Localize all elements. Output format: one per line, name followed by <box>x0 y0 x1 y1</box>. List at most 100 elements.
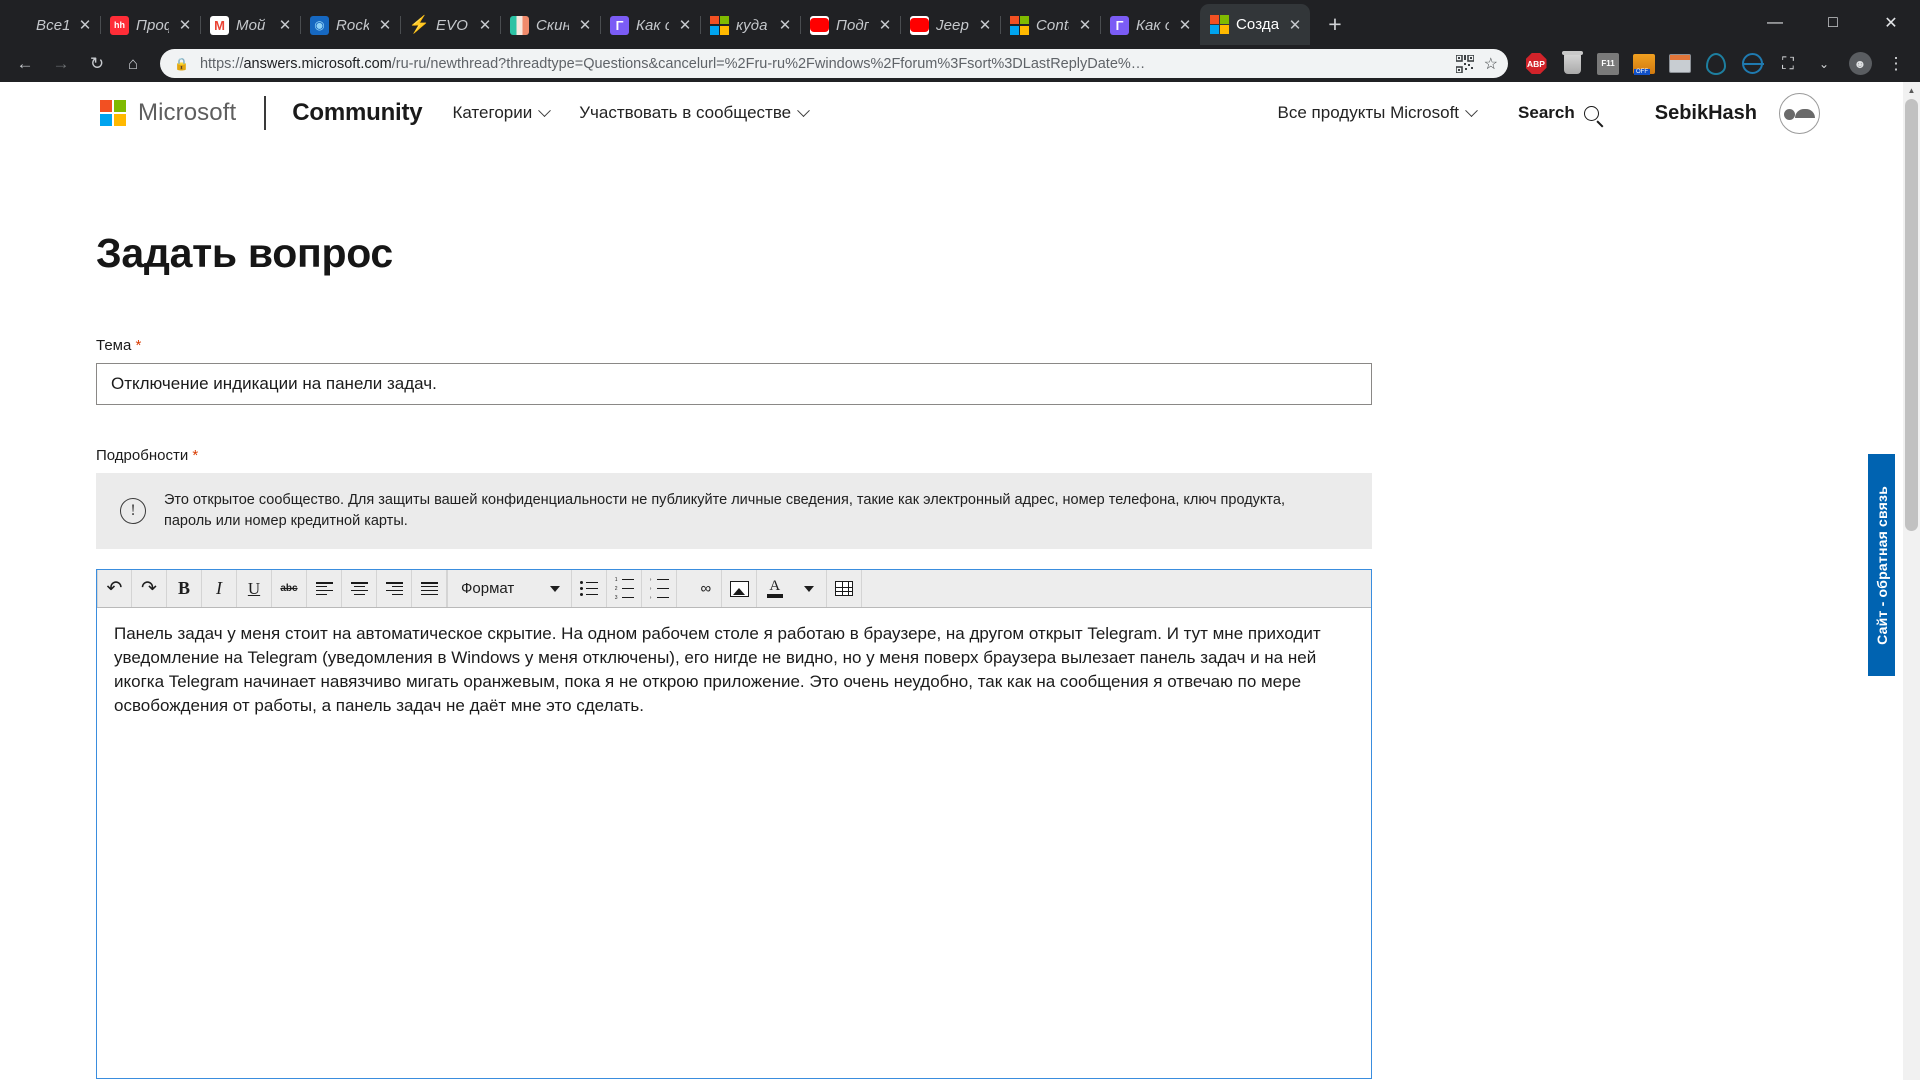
adblock-plus-icon[interactable]: ABP <box>1520 48 1552 80</box>
avatar-head <box>1784 108 1795 120</box>
tab-close-icon[interactable]: ✕ <box>276 16 294 34</box>
crop-icon[interactable]: ⛶ <box>1772 48 1804 80</box>
tab-close-icon[interactable]: ✕ <box>1176 16 1194 34</box>
numbered-list-button[interactable]: 123 <box>607 570 643 608</box>
tab-close-icon[interactable]: ✕ <box>976 16 994 34</box>
tab-close-icon[interactable]: ✕ <box>676 16 694 34</box>
tab-close-icon[interactable]: ✕ <box>76 16 94 34</box>
reload-button[interactable]: ↻ <box>80 47 114 81</box>
undo-button[interactable]: ↶ <box>97 570 132 608</box>
lock-icon: 🔒 <box>174 56 189 71</box>
minimize-button[interactable]: — <box>1746 0 1804 45</box>
orange-off-icon[interactable] <box>1628 48 1660 80</box>
qr-code-icon[interactable] <box>1454 53 1475 74</box>
profile-avatar-icon[interactable]: ☻ <box>1844 48 1876 80</box>
chevron-down-icon[interactable]: ⌄ <box>1808 48 1840 80</box>
browser-tab[interactable]: Contact ✕ <box>1000 5 1100 45</box>
indent-button[interactable]: › › › <box>642 570 678 608</box>
align-left-button[interactable] <box>307 570 342 608</box>
page-content: Задать вопрос Тема * Отключение индикаци… <box>0 230 1920 1080</box>
trash-icon[interactable] <box>1556 48 1588 80</box>
microsoft-icon <box>1210 15 1229 34</box>
maximize-button[interactable]: □ <box>1804 0 1862 45</box>
browser-tab[interactable]: ⚡ EVO Nu ✕ <box>400 5 500 45</box>
tab-close-icon[interactable]: ✕ <box>1076 16 1094 34</box>
subject-input[interactable]: Отключение индикации на панели задач. <box>96 363 1372 405</box>
f11-fullscreen-icon[interactable]: F11 <box>1592 48 1624 80</box>
font-color-button[interactable]: A <box>757 570 792 607</box>
tab-close-icon[interactable]: ✕ <box>576 16 594 34</box>
editor-body[interactable]: Панель задач у меня стоит на автоматичес… <box>97 608 1371 1079</box>
align-right-button[interactable] <box>377 570 412 608</box>
align-center-button[interactable] <box>342 570 377 608</box>
browser-tab[interactable]: Скины ✕ <box>500 5 600 45</box>
tab-close-icon[interactable]: ✕ <box>1286 16 1304 34</box>
tab-close-icon[interactable]: ✕ <box>176 16 194 34</box>
tab-separator <box>1100 16 1101 34</box>
hh-icon: hh <box>110 15 129 35</box>
user-name[interactable]: SebikHash <box>1655 102 1757 125</box>
tab-close-icon[interactable]: ✕ <box>876 16 894 34</box>
browser-tab[interactable]: Подпис ✕ <box>800 5 900 45</box>
close-button[interactable]: ✕ <box>1862 0 1920 45</box>
tab-title: куда уо <box>736 16 769 34</box>
browser-tab[interactable]: Jeep Tra ✕ <box>900 5 1000 45</box>
tab-title: Создат <box>1236 16 1279 33</box>
skins-icon <box>510 15 529 35</box>
align-justify-button[interactable] <box>412 570 447 608</box>
browser-tab[interactable]: Мой ак ✕ <box>200 5 300 45</box>
tab-close-icon[interactable]: ✕ <box>476 16 494 34</box>
strikethrough-button[interactable]: abc <box>272 570 307 608</box>
bold-button[interactable]: B <box>167 570 202 608</box>
microsoft-logo[interactable]: Microsoft <box>100 99 236 127</box>
bullet-list-button[interactable] <box>572 570 608 608</box>
window-capture-icon[interactable] <box>1664 48 1696 80</box>
kebab-menu-icon[interactable]: ⋮ <box>1880 48 1912 80</box>
bookmark-star-icon[interactable]: ☆ <box>1484 54 1498 74</box>
new-tab-button[interactable]: + <box>1318 7 1352 41</box>
tab-title: Jeep Tra <box>936 16 969 34</box>
browser-tab[interactable]: Как соз ✕ <box>600 5 700 45</box>
browser-tab[interactable]: hh Профор ✕ <box>100 5 200 45</box>
back-button[interactable]: ← <box>8 47 42 81</box>
redo-button[interactable]: ↷ <box>132 570 167 608</box>
avatar[interactable] <box>1779 92 1820 134</box>
browser-tab[interactable]: RocketI ✕ <box>300 5 400 45</box>
caret-down-icon <box>804 585 815 592</box>
nav-categories[interactable]: Категории <box>452 103 552 123</box>
browser-tab[interactable]: Как отк ✕ <box>1100 5 1200 45</box>
all-products-label: Все продукты Microsoft <box>1277 103 1460 122</box>
browser-tab[interactable]: куда уо ✕ <box>700 5 800 45</box>
page-scrollbar[interactable]: ▲ <box>1903 82 1920 1080</box>
scrollbar-thumb[interactable] <box>1905 99 1918 531</box>
url-bar[interactable]: 🔒 https://answers.microsoft.com/ru-ru/ne… <box>160 49 1508 78</box>
underline-button[interactable]: U <box>237 570 272 608</box>
format-dropdown[interactable]: Формат <box>447 570 573 608</box>
all-microsoft-products[interactable]: Все продукты Microsoft <box>1277 103 1478 123</box>
search-button[interactable]: Search <box>1518 103 1599 123</box>
scroll-up-arrow[interactable]: ▲ <box>1903 82 1920 99</box>
tab-title: RocketI <box>336 16 369 34</box>
tab-close-icon[interactable]: ✕ <box>776 16 794 34</box>
table-button[interactable] <box>827 570 863 608</box>
editor-body-text: Панель задач у меня стоит на автоматичес… <box>114 624 1321 716</box>
globe-icon[interactable] <box>1736 48 1768 80</box>
feedback-tab[interactable]: Сайт - обратная связь <box>1868 454 1895 676</box>
image-button[interactable] <box>722 570 758 608</box>
align-left-icon <box>315 580 333 598</box>
site-header: Microsoft Community Категории Участвоват… <box>0 82 1920 144</box>
link-button[interactable]: ∞ <box>687 570 723 608</box>
browser-tab[interactable]: Все10 - ✕ <box>0 5 100 45</box>
italic-button[interactable]: I <box>202 570 237 608</box>
details-label-text: Подробности <box>96 447 189 464</box>
youtube-icon <box>810 15 829 35</box>
tab-close-icon[interactable]: ✕ <box>376 16 394 34</box>
home-button[interactable]: ⌂ <box>116 47 150 81</box>
font-color-dropdown[interactable] <box>792 570 828 608</box>
tab-title: Как соз <box>636 16 669 34</box>
nav-participate[interactable]: Участвовать в сообществе <box>579 103 810 123</box>
community-brand[interactable]: Community <box>292 99 422 127</box>
browser-tab[interactable]: Создат ✕ <box>1200 4 1310 45</box>
water-drop-icon[interactable] <box>1700 48 1732 80</box>
forward-button[interactable]: → <box>44 47 78 81</box>
